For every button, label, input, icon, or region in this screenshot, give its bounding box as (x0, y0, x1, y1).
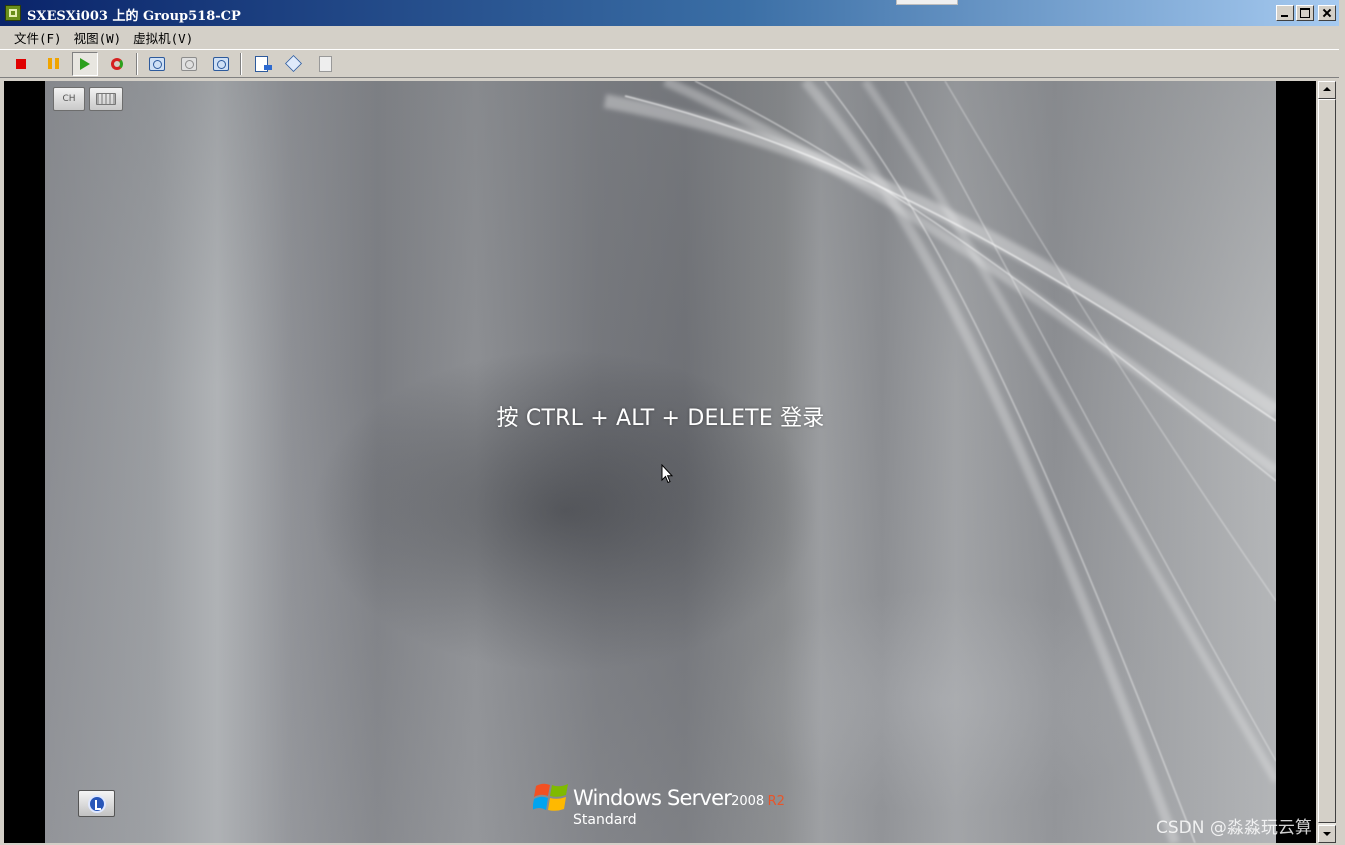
menu-bar: 文件(F) 视图(W) 虚拟机(V) (0, 26, 1339, 48)
menu-file[interactable]: 文件(F) (8, 28, 68, 47)
keyboard-icon (96, 93, 116, 105)
toolbar-separator (136, 52, 138, 75)
ease-of-access-icon (87, 794, 106, 813)
title-bar-grip (896, 0, 958, 5)
toolbar-separator (240, 52, 242, 75)
login-prompt: 按 CTRL + ALT + DELETE 登录 (496, 406, 825, 431)
revert-snapshot-button[interactable] (176, 52, 202, 76)
edit-settings-button[interactable] (248, 52, 274, 76)
scroll-down-icon[interactable] (1318, 825, 1336, 843)
edit-settings-icon (254, 55, 272, 72)
toolbar (0, 49, 1339, 78)
language-indicator: CH (62, 94, 76, 104)
vm-options-button[interactable] (280, 52, 306, 76)
power-off-button[interactable] (8, 52, 34, 76)
close-icon[interactable] (1318, 5, 1336, 21)
menu-view[interactable]: 视图(W) (68, 28, 128, 47)
language-indicator-button[interactable]: CH (53, 87, 85, 111)
reset-button[interactable] (104, 52, 130, 76)
vm-console[interactable]: CH 按 CTRL + ALT + DELETE 登录 Windows Serv… (4, 81, 1316, 843)
brand-version: 2008 (731, 794, 765, 809)
title-bar[interactable]: SXESXi003 上的 Group518-CP (0, 0, 1339, 26)
brand-release: R2 (767, 794, 785, 809)
snapshot-manager-icon (213, 56, 229, 71)
snapshot-manager-button[interactable] (208, 52, 234, 76)
mouse-cursor-icon (661, 464, 673, 484)
window-title: SXESXi003 上的 Group518-CP (27, 9, 241, 24)
take-snapshot-button[interactable] (144, 52, 170, 76)
revert-snapshot-icon (181, 56, 197, 71)
vertical-scrollbar[interactable] (1317, 81, 1336, 843)
scroll-thumb[interactable] (1318, 99, 1336, 823)
windows-flag-icon (533, 783, 568, 811)
power-on-button[interactable] (72, 51, 98, 76)
vm-screen[interactable]: CH 按 CTRL + ALT + DELETE 登录 Windows Serv… (45, 81, 1276, 843)
ease-of-access-button[interactable] (78, 790, 115, 817)
brand-title: Windows Server2008 R2 (573, 786, 785, 810)
vm-options-icon (284, 55, 302, 72)
wallpaper-light-streaks (603, 81, 1276, 843)
connect-devices-icon (318, 55, 332, 72)
watermark: CSDN @淼淼玩云算 (1156, 818, 1312, 838)
menu-vm[interactable]: 虚拟机(V) (127, 28, 199, 47)
minimize-icon[interactable] (1276, 5, 1294, 21)
suspend-button[interactable] (40, 52, 66, 76)
scroll-up-icon[interactable] (1318, 81, 1336, 99)
brand-edition: Standard (573, 812, 637, 828)
reset-icon (111, 57, 123, 70)
vsphere-console-icon (5, 5, 21, 21)
on-screen-keyboard-button[interactable] (89, 87, 123, 111)
power-on-icon (80, 57, 90, 70)
maximize-icon[interactable] (1296, 5, 1314, 21)
connect-devices-button[interactable] (312, 52, 338, 76)
window-controls (1276, 5, 1336, 21)
take-snapshot-icon (149, 56, 165, 71)
windows-server-logo: Windows Server2008 R2 Standard (533, 778, 833, 838)
suspend-icon (47, 58, 59, 69)
power-off-icon (16, 58, 26, 69)
brand-name: Windows Server (573, 786, 732, 810)
